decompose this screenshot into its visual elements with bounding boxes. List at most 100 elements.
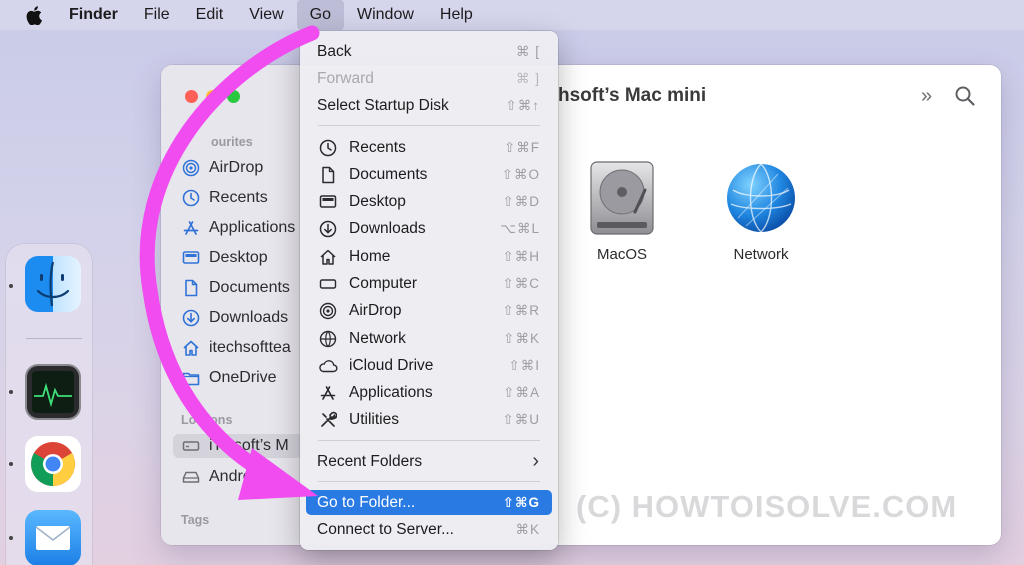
sidebar-item-onedrive[interactable]: OneDrive [181, 366, 311, 390]
menu-item-label: Network [349, 329, 406, 347]
dock-separator [26, 338, 82, 339]
menu-item-label: Computer [349, 274, 418, 292]
shortcut: ⇧⌘O [501, 166, 540, 182]
network-globe-icon [317, 329, 339, 349]
menu-file[interactable]: File [131, 0, 183, 30]
sidebar-item-label: Documents [209, 279, 290, 296]
dock-running-indicator [9, 536, 13, 540]
sidebar-item-airdrop[interactable]: AirDrop [181, 156, 311, 180]
cloud-icon [317, 356, 339, 376]
sidebar-item-desktop[interactable]: Desktop [181, 246, 311, 270]
menu-item-utilities[interactable]: Utilities ⇧⌘U [306, 407, 552, 432]
menu-item-icloud-drive[interactable]: iCloud Drive ⇧⌘I [306, 353, 552, 378]
zoom-button[interactable] [227, 90, 240, 103]
download-icon [317, 219, 339, 239]
chevron-right-icon: › [532, 450, 540, 472]
menu-item-downloads[interactable]: Downloads ⌥⌘L [306, 216, 552, 241]
window-title: hsoft’s Mac mini [558, 85, 707, 106]
network-globe-icon [727, 163, 795, 233]
menu-separator [318, 440, 540, 441]
home-icon [317, 247, 339, 267]
airdrop-icon [181, 158, 201, 178]
mail-icon[interactable] [25, 510, 81, 565]
hard-disk-icon [590, 161, 654, 235]
menu-item-label: AirDrop [349, 301, 402, 319]
menu-edit[interactable]: Edit [183, 0, 237, 30]
sidebar-item-recents[interactable]: Recents [181, 186, 311, 210]
sidebar-item-label: Downloads [209, 309, 289, 326]
toolbar-overflow-button[interactable]: » [921, 85, 932, 108]
watermark: (C) HOWTOISOLVE.COM [576, 489, 958, 524]
sidebar: ourites AirDrop Recents Applications Des… [161, 65, 303, 545]
shortcut: ⇧⌘R [502, 302, 540, 318]
sidebar-item-android[interactable]: Andro [181, 465, 311, 489]
menu-item-label: Recents [349, 138, 406, 156]
computer-icon [181, 436, 201, 456]
menu-separator [318, 481, 540, 482]
sidebar-item-documents[interactable]: Documents [181, 276, 311, 300]
menu-item-label: Documents [349, 165, 428, 183]
menu-item-desktop[interactable]: Desktop ⇧⌘D [306, 189, 552, 214]
sidebar-item-label: Recents [209, 189, 268, 206]
desktop-icon [181, 248, 201, 268]
menu-item-label: Connect to Server... [317, 520, 454, 538]
menu-item-airdrop[interactable]: AirDrop ⇧⌘R [306, 298, 552, 323]
menu-item-documents[interactable]: Documents ⇧⌘O [306, 162, 552, 187]
menu-help[interactable]: Help [427, 0, 486, 30]
menu-finder[interactable]: Finder [56, 0, 131, 30]
menu-item-applications[interactable]: Applications ⇧⌘A [306, 380, 552, 405]
activity-monitor-icon[interactable] [25, 364, 81, 420]
menu-item-recents[interactable]: Recents ⇧⌘F [306, 135, 552, 160]
tools-icon [317, 410, 339, 430]
document-icon [181, 278, 201, 298]
minimize-button[interactable] [206, 90, 219, 103]
shortcut: ⇧⌘F [503, 139, 540, 155]
menu-item-computer[interactable]: Computer ⇧⌘C [306, 271, 552, 296]
go-menu: Back ⌘ [ Forward ⌘ ] Select Startup Disk… [300, 31, 558, 550]
shortcut: ⌘K [515, 521, 540, 537]
menu-item-label: Desktop [349, 192, 406, 210]
shortcut: ⇧⌘I [508, 357, 540, 373]
menu-bar: Finder File Edit View Go Window Help [0, 0, 1024, 30]
sidebar-item-label: OneDrive [209, 369, 277, 386]
magnifier-icon[interactable] [954, 85, 976, 112]
sidebar-item-downloads[interactable]: Downloads [181, 306, 311, 330]
sidebar-item-mac-mini[interactable]: iTe soft’s M [173, 434, 303, 458]
menu-item-home[interactable]: Home ⇧⌘H [306, 244, 552, 269]
network-label: Network [733, 246, 789, 263]
menu-item-label: Select Startup Disk [317, 96, 449, 114]
network-item[interactable]: Network [716, 160, 806, 263]
sidebar-item-home[interactable]: itechsofttea [181, 336, 311, 360]
dock-running-indicator [9, 390, 13, 394]
sidebar-item-label: Desktop [209, 249, 268, 266]
apple-logo-icon[interactable] [22, 0, 46, 30]
shortcut: ⇧⌘A [503, 384, 540, 400]
menu-item-connect-to-server[interactable]: Connect to Server... ⌘K [306, 517, 552, 542]
menu-view[interactable]: View [236, 0, 296, 30]
menu-item-label: iCloud Drive [349, 356, 434, 374]
app-store-a-icon [181, 218, 201, 238]
menu-item-back[interactable]: Back ⌘ [ [306, 39, 552, 64]
sidebar-item-applications[interactable]: Applications [181, 216, 311, 240]
menu-item-recent-folders[interactable]: Recent Folders › [306, 449, 552, 474]
shortcut: ⇧⌘C [502, 275, 540, 291]
dock-running-indicator [9, 462, 13, 466]
menu-item-go-to-folder[interactable]: Go to Folder... ⇧⌘G [306, 490, 552, 515]
desktop-icon [317, 192, 339, 212]
home-icon [181, 338, 201, 358]
finder-window: ourites AirDrop Recents Applications Des… [161, 65, 1001, 545]
menu-window[interactable]: Window [344, 0, 427, 30]
sidebar-item-label: iTe soft’s M [209, 437, 289, 454]
menu-item-network[interactable]: Network ⇧⌘K [306, 326, 552, 351]
menu-item-select-startup-disk[interactable]: Select Startup Disk ⇧⌘↑ [306, 93, 552, 118]
shortcut: ⇧⌘↑ [505, 97, 540, 113]
close-button[interactable] [185, 90, 198, 103]
shortcut: ⇧⌘D [502, 193, 540, 209]
shortcut: ⌘ [ [515, 43, 540, 59]
shortcut: ⇧⌘U [502, 411, 540, 427]
menu-separator [318, 125, 540, 126]
finder-icon[interactable] [25, 256, 81, 312]
menu-go[interactable]: Go [296, 0, 344, 30]
macos-disk-item[interactable]: MacOS [577, 160, 667, 263]
chrome-icon[interactable] [25, 436, 81, 492]
